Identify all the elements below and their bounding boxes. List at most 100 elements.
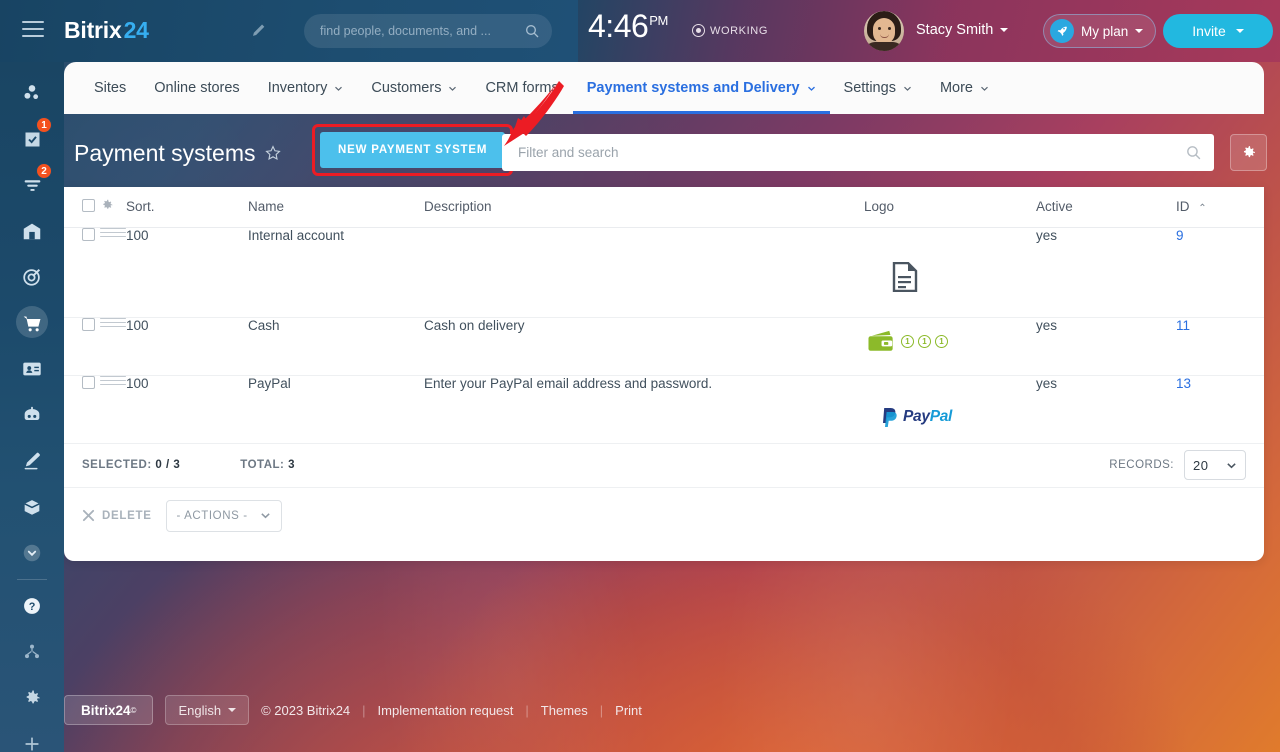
my-plan-button[interactable]: My plan (1043, 14, 1157, 48)
sidebar-item-more[interactable] (0, 536, 64, 570)
page-footer: Bitrix24 © English © 2023 Bitrix24 | Impl… (64, 690, 1264, 730)
table-row[interactable]: 100 Internal account yes 9 (64, 227, 1264, 318)
global-search-box[interactable] (304, 14, 552, 48)
invite-label: Invite (1192, 23, 1226, 39)
wallet-coins-logo-icon: 1 1 1 (868, 330, 1036, 354)
row-drag-cell (100, 317, 126, 376)
menu-hamburger-icon[interactable] (22, 21, 44, 39)
sidebar-item-inventory[interactable] (0, 490, 64, 524)
tab-online-stores[interactable]: Online stores (140, 62, 253, 114)
working-status-button[interactable]: WORKING (692, 24, 768, 37)
row-sort-cell: 100 (126, 227, 248, 318)
row-select-cell (64, 375, 100, 444)
tab-customers-label: Customers (371, 80, 442, 96)
row-id-link[interactable]: 11 (1176, 318, 1190, 333)
sidebar-item-crm[interactable] (0, 260, 64, 294)
row-checkbox[interactable] (82, 227, 95, 241)
chevron-down-icon (981, 86, 988, 91)
user-avatar[interactable] (864, 11, 904, 51)
tab-more[interactable]: More (926, 62, 1003, 114)
column-settings-gear-icon[interactable] (100, 198, 114, 212)
row-name-cell: Cash (248, 317, 424, 376)
global-search-input[interactable] (320, 24, 524, 38)
actions-select[interactable]: - ACTIONS - (165, 499, 282, 532)
row-name-value: Internal account (248, 227, 345, 243)
sidebar-item-feed-filter[interactable]: 2 (0, 163, 64, 202)
table-row[interactable]: 100 Cash Cash on delivery 1 1 1 yes 11 (64, 317, 1264, 376)
select-all-checkbox[interactable] (82, 198, 95, 212)
tab-payment-systems-and-delivery[interactable]: Payment systems and Delivery (572, 62, 830, 114)
row-active-value: yes (1036, 227, 1058, 243)
header-description-label: Description (424, 199, 492, 215)
row-description-cell: Enter your PayPal email address and pass… (424, 375, 864, 444)
sidebar-item-online-store[interactable] (0, 306, 64, 340)
sidebar-item-sign[interactable] (0, 444, 64, 478)
avatar-eye-left (878, 27, 881, 30)
row-id-link[interactable]: 13 (1176, 376, 1191, 391)
search-icon (1187, 146, 1201, 160)
sidebar-item-chatbot[interactable] (0, 398, 64, 432)
row-logo-cell (864, 227, 1036, 318)
header-name-column[interactable]: Name (248, 187, 424, 228)
filter-and-search-box[interactable] (502, 134, 1214, 171)
row-description-cell (424, 227, 864, 318)
sidebar-item-contacts[interactable] (0, 352, 64, 386)
selected-label: SELECTED: (82, 459, 152, 471)
row-sort-cell: 100 (126, 375, 248, 444)
themes-link[interactable]: Themes (541, 703, 588, 718)
tasks-badge: 1 (36, 117, 52, 133)
tab-crm-forms[interactable]: CRM forms (471, 62, 572, 114)
records-per-page-select[interactable]: 20 (1184, 450, 1246, 480)
header-active-column[interactable]: Active (1036, 187, 1176, 228)
sidebar-item-tasks[interactable]: 1 (0, 117, 64, 156)
brand-number-text: 24 (123, 17, 149, 43)
header-select-all-cell (64, 187, 100, 228)
working-status-label: WORKING (710, 24, 768, 37)
tab-customers[interactable]: Customers (357, 62, 471, 114)
bitrix-logo[interactable]: Bitrix24 (64, 17, 149, 44)
page-title-text: Payment systems (74, 139, 256, 166)
header-id-column[interactable]: ID ⌃ (1176, 187, 1264, 228)
sidebar-item-help[interactable]: ? (0, 589, 64, 623)
sidebar-item-add[interactable] (0, 727, 64, 752)
bitrix24-footer-logo[interactable]: Bitrix24 © (64, 695, 154, 725)
row-checkbox[interactable] (82, 317, 95, 331)
header-description-column[interactable]: Description (424, 187, 864, 228)
document-logo-icon (892, 261, 918, 292)
actions-label: - ACTIONS - (176, 509, 248, 522)
grid-settings-button[interactable] (1230, 134, 1267, 171)
favorite-star-icon[interactable] (264, 144, 282, 162)
invite-button[interactable]: Invite (1163, 14, 1273, 48)
filter-search-input[interactable] (518, 145, 1185, 160)
tab-sites[interactable]: Sites (80, 62, 140, 114)
edit-pencil-icon[interactable] (250, 22, 268, 40)
row-name-cell: Internal account (248, 227, 424, 318)
selected-value: 0 / 3 (155, 459, 181, 471)
new-payment-system-button[interactable]: NEW PAYMENT SYSTEM (320, 132, 506, 168)
total-label: TOTAL: (240, 459, 285, 471)
user-menu-button[interactable]: Stacy Smith (916, 22, 1009, 38)
tab-settings[interactable]: Settings (830, 62, 926, 114)
drag-handle-icon[interactable] (100, 317, 126, 328)
row-select-cell (64, 227, 100, 318)
print-link[interactable]: Print (615, 703, 642, 718)
sidebar-item-settings[interactable] (0, 681, 64, 715)
header-logo-column[interactable]: Logo (864, 187, 1036, 228)
status-record-icon (692, 24, 705, 37)
sidebar-item-activity-stream[interactable] (0, 76, 64, 110)
row-checkbox[interactable] (82, 375, 95, 389)
table-row[interactable]: 100 PayPal Enter your PayPal email addre… (64, 375, 1264, 444)
total-count: TOTAL: 3 (240, 459, 295, 471)
language-selector[interactable]: English (165, 695, 250, 725)
row-name-value: Cash (248, 317, 280, 333)
row-id-link[interactable]: 9 (1176, 228, 1184, 243)
drag-handle-icon[interactable] (100, 227, 126, 238)
delete-button[interactable]: DELETE (82, 509, 152, 522)
header-sort-column[interactable]: Sort. (126, 187, 248, 228)
implementation-request-link[interactable]: Implementation request (378, 703, 514, 718)
sidebar-item-company[interactable] (0, 214, 64, 248)
sort-ascending-icon: ⌃ (1198, 203, 1207, 215)
tab-inventory[interactable]: Inventory (254, 62, 358, 114)
drag-handle-icon[interactable] (100, 375, 126, 386)
sidebar-item-sitemap[interactable] (0, 635, 64, 669)
